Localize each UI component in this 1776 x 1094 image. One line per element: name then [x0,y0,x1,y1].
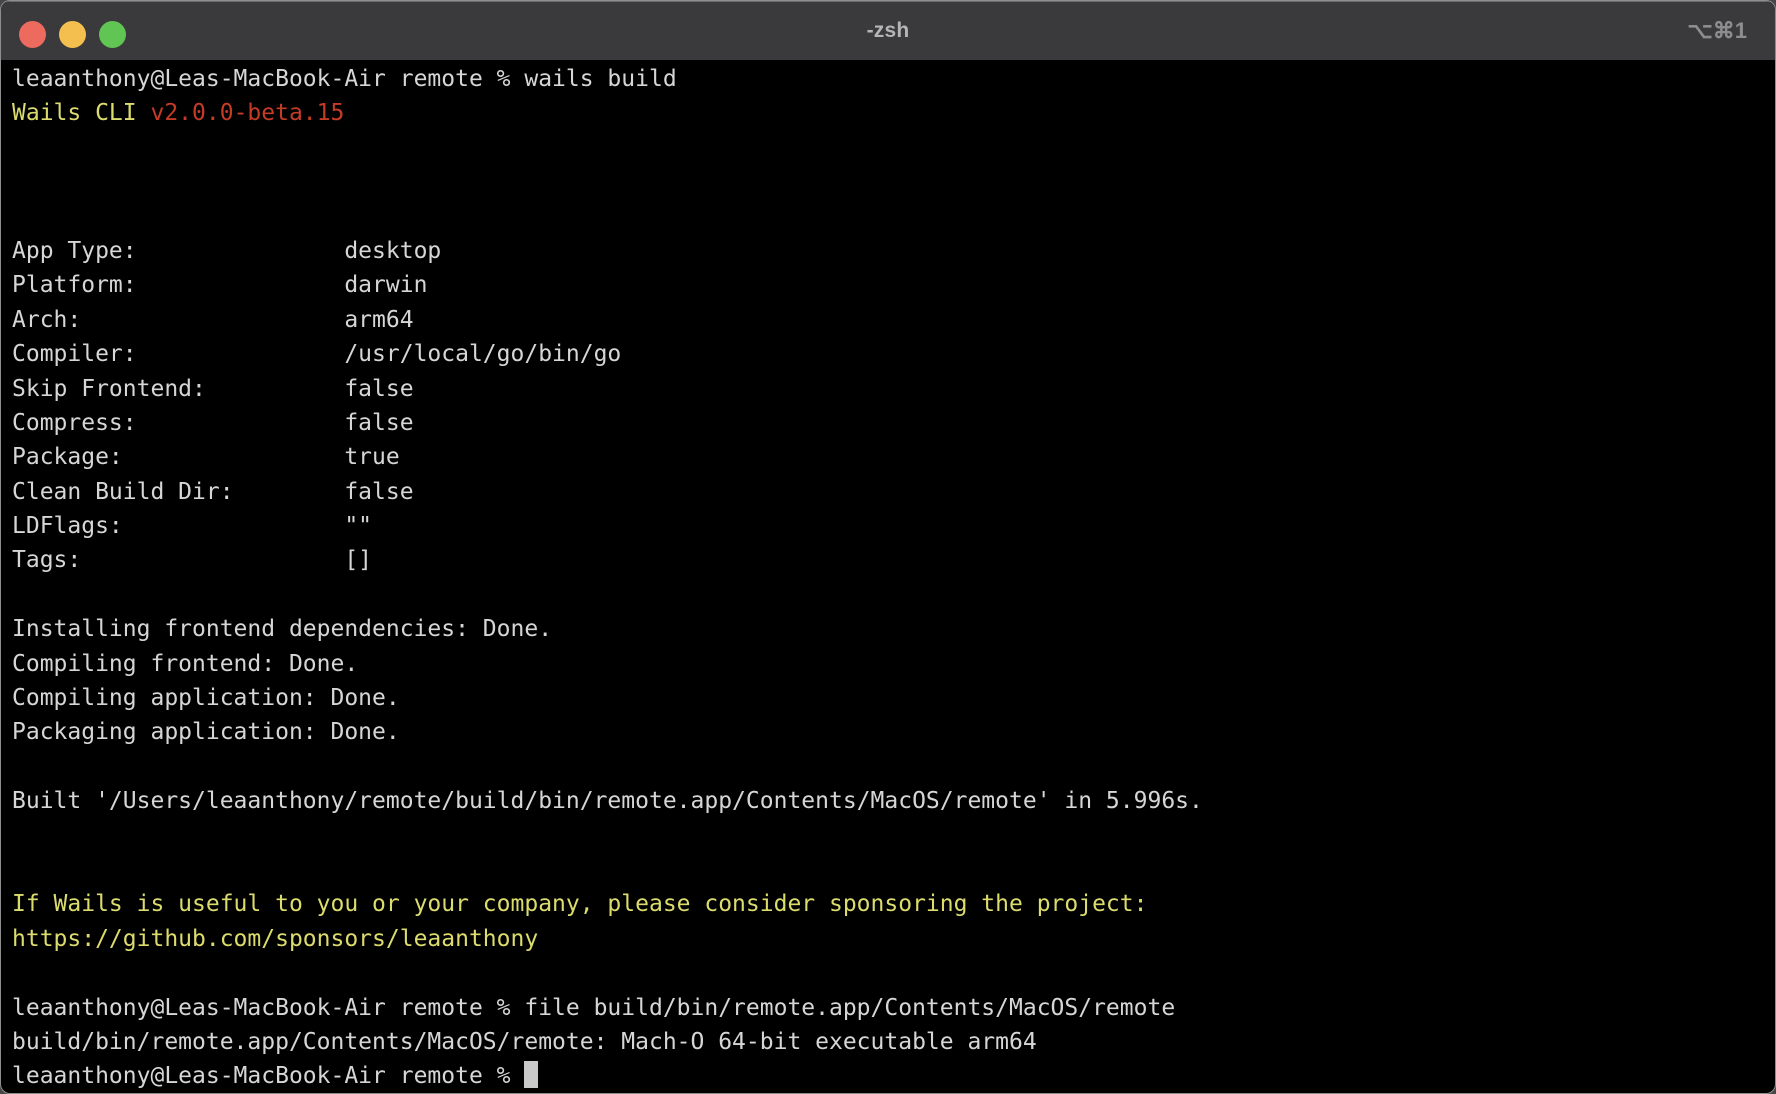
terminal-text: Clean Build Dir: false [12,479,414,505]
terminal-text: LDFlags: "" [12,513,372,539]
window-title: -zsh [867,19,910,43]
terminal-text: leaanthony@Leas-MacBook-Air remote % wai… [12,66,677,92]
terminal-text: Compiler: /usr/local/go/bin/go [12,341,621,367]
terminal-line [12,853,1767,887]
terminal-line: Compress: false [12,406,1767,440]
terminal-text: Built '/Users/leaanthony/remote/build/bi… [12,788,1203,814]
terminal-line: build/bin/remote.app/Contents/MacOS/remo… [12,1025,1767,1059]
title-bar[interactable]: -zsh ⌥⌘1 [1,1,1775,60]
terminal-line [12,750,1767,784]
zoom-button[interactable] [99,21,126,48]
terminal-line [12,131,1767,165]
terminal-line: Compiling application: Done. [12,681,1767,715]
terminal-text: Wails CLI [12,100,150,126]
terminal-line: Installing frontend dependencies: Done. [12,612,1767,646]
minimize-button[interactable] [59,21,86,48]
terminal-text: Platform: darwin [12,272,427,298]
terminal-text: Skip Frontend: false [12,376,414,402]
terminal-text: https://github.com/sponsors/leaanthony [12,926,538,952]
terminal-text: Compiling frontend: Done. [12,651,358,677]
traffic-lights [19,21,126,48]
terminal-line [12,819,1767,853]
terminal-text: Tags: [] [12,547,372,573]
terminal-line [12,200,1767,234]
terminal-line: Tags: [] [12,543,1767,577]
terminal-line: Package: true [12,440,1767,474]
terminal-line [12,165,1767,199]
terminal-line: leaanthony@Leas-MacBook-Air remote % [12,1059,1767,1093]
terminal-line: Platform: darwin [12,268,1767,302]
terminal-line: Skip Frontend: false [12,372,1767,406]
terminal-text: Package: true [12,444,400,470]
terminal-output[interactable]: leaanthony@Leas-MacBook-Air remote % wai… [1,60,1775,1094]
terminal-text: Packaging application: Done. [12,719,400,745]
terminal-text: Compiling application: Done. [12,685,400,711]
text-cursor [524,1061,538,1088]
terminal-line: If Wails is useful to you or your compan… [12,887,1767,921]
terminal-line: Clean Build Dir: false [12,475,1767,509]
terminal-line: Arch: arm64 [12,303,1767,337]
terminal-line: leaanthony@Leas-MacBook-Air remote % fil… [12,991,1767,1025]
terminal-text: Installing frontend dependencies: Done. [12,616,552,642]
terminal-text: If Wails is useful to you or your compan… [12,891,1147,917]
terminal-text: Compress: false [12,410,414,436]
terminal-text: build/bin/remote.app/Contents/MacOS/remo… [12,1029,1037,1055]
terminal-line: Compiler: /usr/local/go/bin/go [12,337,1767,371]
terminal-line: Compiling frontend: Done. [12,647,1767,681]
window-shortcut-badge: ⌥⌘1 [1687,18,1747,44]
terminal-text: Arch: arm64 [12,307,414,333]
terminal-line [12,578,1767,612]
terminal-line: Built '/Users/leaanthony/remote/build/bi… [12,784,1767,818]
terminal-line [12,956,1767,990]
terminal-line: leaanthony@Leas-MacBook-Air remote % wai… [12,62,1767,96]
terminal-line: https://github.com/sponsors/leaanthony [12,922,1767,956]
close-button[interactable] [19,21,46,48]
terminal-text: App Type: desktop [12,238,441,264]
terminal-text: leaanthony@Leas-MacBook-Air remote % fil… [12,995,1175,1021]
terminal-line: Packaging application: Done. [12,715,1767,749]
terminal-text: leaanthony@Leas-MacBook-Air remote % [12,1063,524,1089]
terminal-line: LDFlags: "" [12,509,1767,543]
terminal-window: -zsh ⌥⌘1 leaanthony@Leas-MacBook-Air rem… [0,0,1776,1094]
terminal-text: v2.0.0-beta.15 [150,100,344,126]
terminal-line: Wails CLI v2.0.0-beta.15 [12,96,1767,130]
terminal-line: App Type: desktop [12,234,1767,268]
